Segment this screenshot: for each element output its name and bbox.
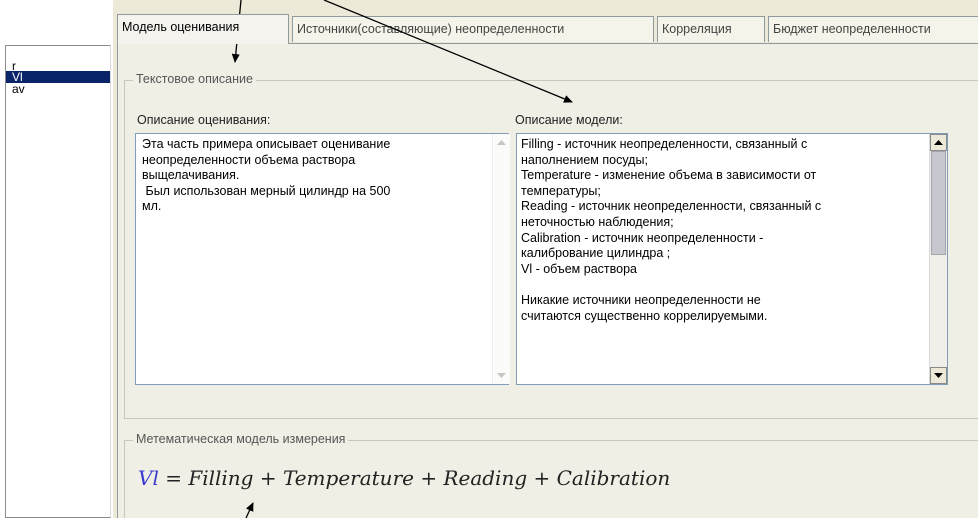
arrow-to-model [323,0,573,103]
tab-model[interactable]: Модель оценивания [117,14,289,44]
arrow-to-formula [245,502,254,518]
annotation-arrows [231,0,573,518]
